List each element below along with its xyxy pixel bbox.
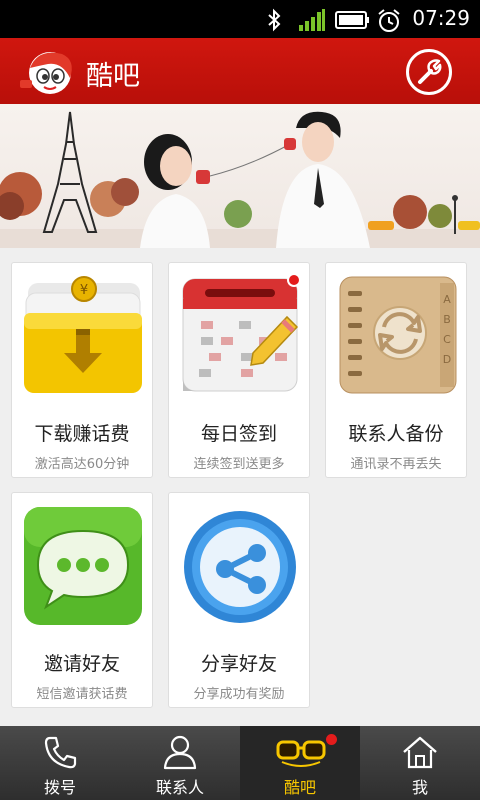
- feature-title: 每日签到: [200, 423, 277, 445]
- feature-card-invite-friends[interactable]: 邀请好友 短信邀请获话费: [11, 492, 153, 708]
- mascot-logo: [20, 52, 72, 94]
- feature-title: 联系人备份: [348, 423, 444, 445]
- signal-icon: [299, 9, 325, 31]
- home-icon: [403, 736, 437, 769]
- download-coins-icon: ¥: [24, 276, 142, 393]
- nav-label: 我: [411, 778, 428, 797]
- calendar-pencil-icon: [182, 278, 299, 392]
- nav-item-me[interactable]: 我: [360, 726, 480, 800]
- couple-string-telephone-paris-banner: [0, 111, 480, 248]
- share-icon: [184, 511, 296, 623]
- feature-title: 邀请好友: [43, 653, 120, 675]
- svg-text:D: D: [443, 353, 451, 366]
- glasses-icon: [276, 740, 326, 767]
- bottom-nav: 拨号 联系人 酷吧 我: [0, 726, 480, 800]
- settings-tool-button[interactable]: [406, 49, 452, 95]
- battery-icon: [335, 11, 369, 29]
- notification-badge: [326, 734, 337, 745]
- feature-subtitle: 短信邀请获话费: [36, 687, 128, 702]
- feature-card-daily-signin[interactable]: 每日签到 连续签到送更多: [168, 262, 310, 478]
- status-time: 07:29: [412, 6, 470, 30]
- svg-text:A: A: [443, 293, 451, 306]
- svg-text:C: C: [443, 333, 451, 346]
- feature-subtitle: 连续签到送更多: [193, 457, 285, 472]
- feature-subtitle: 分享成功有奖励: [193, 687, 285, 702]
- app-header: 酷吧: [0, 38, 480, 104]
- feature-title: 下载赚话费: [34, 423, 130, 445]
- nav-item-kuba[interactable]: 酷吧: [240, 726, 360, 800]
- feature-card-contact-backup[interactable]: A B C D 联系人备份 通讯录不再丢失: [325, 262, 467, 478]
- nav-item-contacts[interactable]: 联系人: [120, 726, 240, 800]
- nav-label: 酷吧: [283, 778, 316, 797]
- svg-text:B: B: [443, 313, 451, 326]
- nav-item-dial[interactable]: 拨号: [0, 726, 120, 800]
- nav-label: 拨号: [43, 778, 76, 797]
- feature-subtitle: 通讯录不再丢失: [350, 457, 442, 472]
- page-title: 酷吧: [86, 61, 140, 92]
- notification-badge: [287, 273, 301, 287]
- wrench-icon: [418, 59, 442, 84]
- sms-bubble-icon: [24, 507, 142, 625]
- bluetooth-icon: [268, 8, 281, 32]
- svg-text:¥: ¥: [80, 283, 88, 298]
- feature-card-share-friends[interactable]: 分享好友 分享成功有奖励: [168, 492, 310, 708]
- feature-card-download[interactable]: ¥ 下载赚话费 激活高达60分钟: [11, 262, 153, 478]
- promo-banner[interactable]: [0, 104, 480, 248]
- feature-title: 分享好友: [200, 653, 277, 675]
- status-bar: 07:29: [0, 0, 480, 38]
- phone-icon: [44, 736, 77, 769]
- contact-backup-icon: A B C D: [339, 276, 457, 394]
- feature-subtitle: 激活高达60分钟: [34, 457, 130, 472]
- alarm-icon: [378, 9, 400, 32]
- nav-label: 联系人: [155, 778, 204, 797]
- feature-grid: ¥ 下载赚话费 激活高达60分钟 每日签到 连续签到送更多 A B C D 联系…: [0, 248, 480, 726]
- person-icon: [163, 735, 197, 770]
